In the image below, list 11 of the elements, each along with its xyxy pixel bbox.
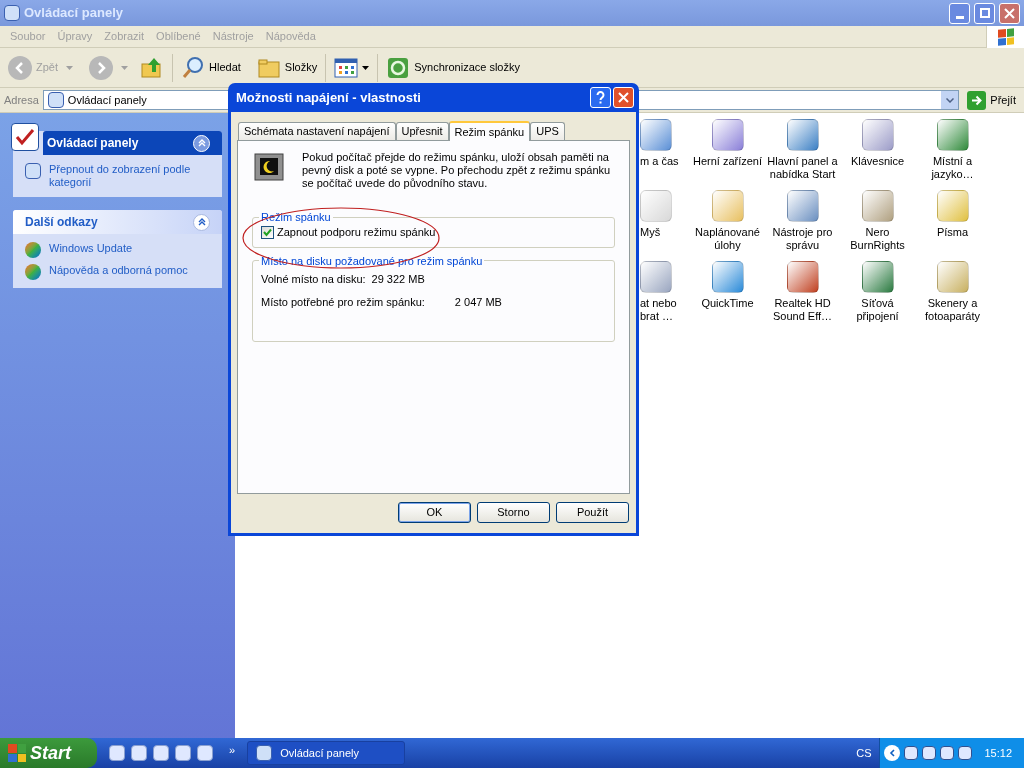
info-value: 29 322 MB bbox=[371, 271, 425, 287]
panel-title: Další odkazy bbox=[25, 214, 99, 231]
clock: 15:12 bbox=[984, 745, 1012, 761]
address-label: Adresa bbox=[4, 92, 39, 108]
dialog-title: Možnosti napájení - vlastnosti bbox=[236, 88, 422, 107]
info-label: Místo potřebné pro režim spánku: bbox=[261, 295, 425, 310]
info-label: Volné místo na disku: bbox=[261, 271, 366, 287]
description-text: Pokud počítač přejde do režimu spánku, uloží obsah paměti na pevný disk a poté se vypne. Po přechodu zpět z režimu spánku se počítač uvede do původního stavu. bbox=[302, 151, 612, 190]
info-value: 2 047 MB bbox=[454, 295, 502, 310]
window-title: Ovládací panely bbox=[24, 4, 124, 23]
panel-title: Ovládací panely bbox=[47, 135, 140, 152]
